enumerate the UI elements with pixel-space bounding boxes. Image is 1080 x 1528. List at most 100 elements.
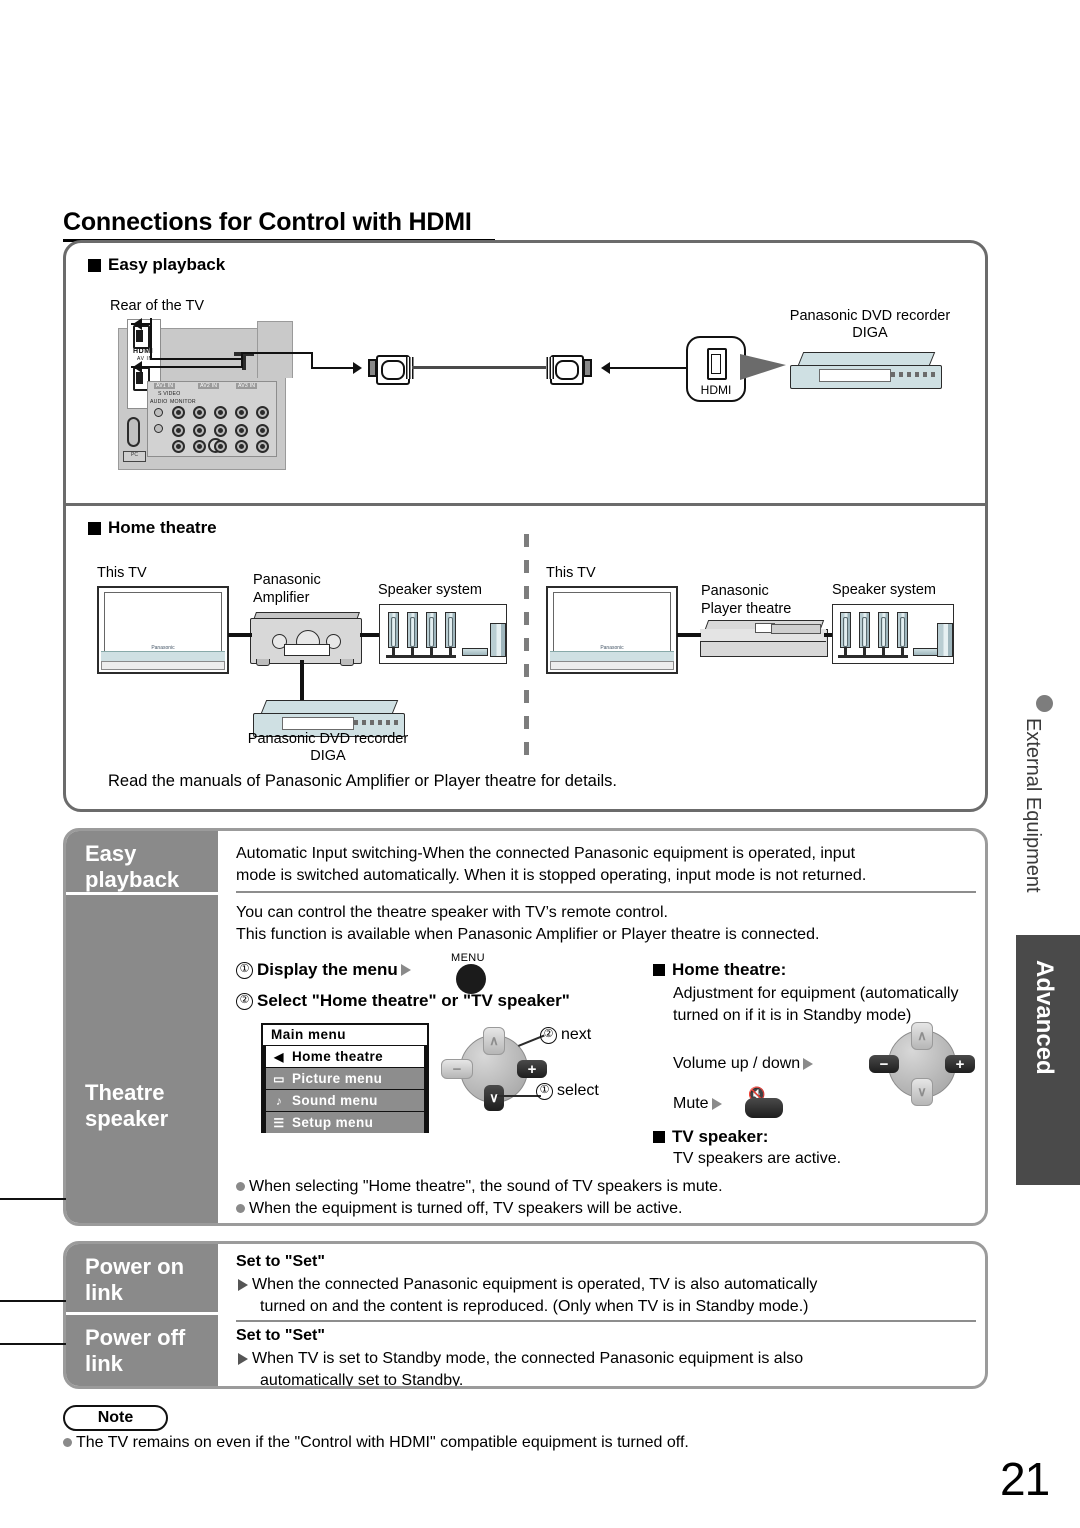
osd-item-picture-menu-label: Picture menu xyxy=(292,1071,383,1086)
pc-port-label: PC xyxy=(123,451,146,462)
dpad-up-button-2[interactable]: ∧ xyxy=(911,1022,933,1050)
pc-d-sub-port xyxy=(127,417,140,447)
theatre-speaker-row-label: Theatre speaker xyxy=(66,895,218,1223)
volume-arrow-icon xyxy=(803,1058,814,1070)
home-theatre-sub-heading: Home theatre: xyxy=(653,960,786,980)
mute-row: Mute xyxy=(673,1093,725,1115)
dpad-plus-button[interactable]: + xyxy=(517,1060,547,1078)
step-2-number: ② xyxy=(236,992,253,1010)
power-off-link-row-label: Power off link xyxy=(66,1315,218,1386)
bullet-square-icon-2 xyxy=(88,521,101,535)
volume-up-button[interactable]: + xyxy=(945,1055,975,1073)
step-2-row: ② Select "Home theatre" or "TV speaker" xyxy=(236,991,570,1011)
home-theatre-heading: Home theatre xyxy=(88,518,217,538)
speaker-system-label-left: Speaker system xyxy=(378,582,482,598)
hdmi-callout-box-1 xyxy=(150,318,242,360)
sound-icon: ♪ xyxy=(275,1093,283,1108)
hdmi-callout-top xyxy=(241,352,313,354)
bullet-dot-icon-1 xyxy=(236,1182,245,1191)
setup-icon: ☰ xyxy=(273,1115,285,1130)
dpad-up-button[interactable]: ∧ xyxy=(483,1027,505,1055)
easy-playback-heading: Easy playback xyxy=(88,255,225,275)
features-table-power-link: Power on link Power off link Set to "Set… xyxy=(63,1241,988,1389)
volume-down-button[interactable]: − xyxy=(869,1055,899,1073)
player-theatre-label-l2: Player theatre xyxy=(701,601,792,617)
tv-illustration-left: Panasonic xyxy=(97,586,229,674)
step-2-text: Select "Home theatre" or "TV speaker" xyxy=(257,991,570,1010)
step-1-arrow-icon xyxy=(400,964,411,976)
easy-playback-heading-text: Easy playback xyxy=(108,255,226,274)
easy-playback-row-label: Easy playback xyxy=(66,831,218,892)
osd-title: Main menu xyxy=(263,1025,427,1045)
diga-recorder-illustration xyxy=(790,352,942,390)
power-off-arrow-icon xyxy=(238,1353,248,1365)
osd-item-setup-menu-label: Setup menu xyxy=(292,1115,374,1130)
diga-label-bottom: DIGA xyxy=(310,748,346,764)
page-title: Connections for Control with HDMI xyxy=(63,208,472,236)
hdmi-connect-arrow-head xyxy=(601,362,610,374)
power-on-line2: turned on and the content is reproduced.… xyxy=(260,1298,809,1315)
bullet-dot-icon-2 xyxy=(236,1204,245,1213)
menu-button[interactable] xyxy=(456,964,486,994)
panel-divider xyxy=(66,503,985,506)
volume-label: Volume up / down xyxy=(673,1055,801,1072)
easy-playback-text-line2: mode is switched automatically. When it … xyxy=(236,867,867,884)
osd-item-setup-menu[interactable]: ☰ Setup menu xyxy=(266,1112,424,1133)
tv-illustration-right: Panasonic xyxy=(546,586,678,674)
power-off-set-label: Set to "Set" xyxy=(236,1327,325,1344)
power-on-link-row-label: Power on link xyxy=(66,1244,218,1312)
hdmi-badge: HDMI xyxy=(686,336,746,402)
dpad-minus-button[interactable]: − xyxy=(441,1059,473,1079)
hdmi-connect-arrow-line xyxy=(608,367,686,369)
hdmi-cable xyxy=(412,366,550,369)
this-tv-label-left: This TV xyxy=(97,565,147,581)
dpad-select-number: ① xyxy=(536,1082,553,1100)
bullet-dot-icon-3 xyxy=(63,1438,72,1447)
volume-row: Volume up / down xyxy=(673,1053,816,1075)
menu-button-caption: MENU xyxy=(451,952,485,964)
amplifier-label-l2: Amplifier xyxy=(253,590,310,606)
dpad-select-leader xyxy=(497,1095,541,1097)
diagram-dashed-divider xyxy=(524,534,529,768)
amplifier-label-l1: Panasonic xyxy=(253,572,321,588)
page-number: 21 xyxy=(1000,1453,1050,1505)
osd-item-picture-menu[interactable]: ▭ Picture menu xyxy=(266,1068,424,1089)
features-table-easy-theatre: Easy playback Theatre speaker Automatic … xyxy=(63,828,988,1226)
hdmi-callout-arrow-3 xyxy=(353,362,362,374)
home-theatre-desc-line2: turned on if it is in Standby mode) xyxy=(673,1007,912,1024)
speaker-system-right xyxy=(832,604,954,664)
dvd-recorder-label-bottom: Panasonic DVD recorder xyxy=(247,731,409,747)
speaker-system-label-right: Speaker system xyxy=(832,582,936,598)
theatre-text-line1: You can control the theatre speaker with… xyxy=(236,904,668,921)
read-manuals-text: Read the manuals of Panasonic Amplifier … xyxy=(108,772,618,790)
manual-page: Connections for Control with HDMI Easy p… xyxy=(0,0,1080,1528)
osd-item-home-theatre[interactable]: ◀ Home theatre xyxy=(266,1046,424,1067)
hdmi-callout-line-1 xyxy=(131,323,151,325)
osd-item-sound-menu[interactable]: ♪ Sound menu xyxy=(266,1090,424,1111)
advanced-tab-label: Advanced xyxy=(1031,960,1058,1075)
osd-main-menu: Main menu ◀ Home theatre ▭ Picture menu … xyxy=(261,1023,429,1133)
this-tv-label-right: This TV xyxy=(546,565,596,581)
theatre-bullet-2: When the equipment is turned off, TV spe… xyxy=(236,1198,682,1220)
hdmi-badge-label: HDMI xyxy=(700,383,732,397)
dpad-control-right[interactable]: ∧ ∨ − + xyxy=(869,1022,975,1106)
step-1-text: Display the menu xyxy=(257,960,398,979)
dpad-down-button-2[interactable]: ∨ xyxy=(911,1078,933,1106)
margin-tick-2 xyxy=(0,1300,66,1302)
dpad-select-callout: ① select xyxy=(536,1082,599,1100)
home-theatre-desc-line1: Adjustment for equipment (automatically xyxy=(673,985,959,1002)
power-on-line1: When the connected Panasonic equipment i… xyxy=(236,1274,817,1296)
wire-tv-to-player xyxy=(677,633,701,637)
bullet-square-icon xyxy=(88,258,101,272)
tv-speaker-sub-heading: TV speaker: xyxy=(653,1127,768,1147)
hdmi-callout-run xyxy=(311,367,355,369)
picture-icon: ▭ xyxy=(273,1071,285,1086)
note-text: The TV remains on even if the "Control w… xyxy=(63,1434,689,1452)
wire-amp-to-speakers xyxy=(360,633,380,637)
mute-button[interactable] xyxy=(745,1098,783,1118)
av-jack-block: AV1 IN AV2 IN AV3 IN S VIDEO AUDIO MONIT… xyxy=(147,381,277,457)
home-theatre-sub-heading-text: Home theatre: xyxy=(672,960,787,979)
mute-arrow-icon xyxy=(711,1098,722,1110)
osd-item-sound-menu-label: Sound menu xyxy=(292,1093,378,1108)
dpad-down-button[interactable]: ∨ xyxy=(484,1085,504,1111)
